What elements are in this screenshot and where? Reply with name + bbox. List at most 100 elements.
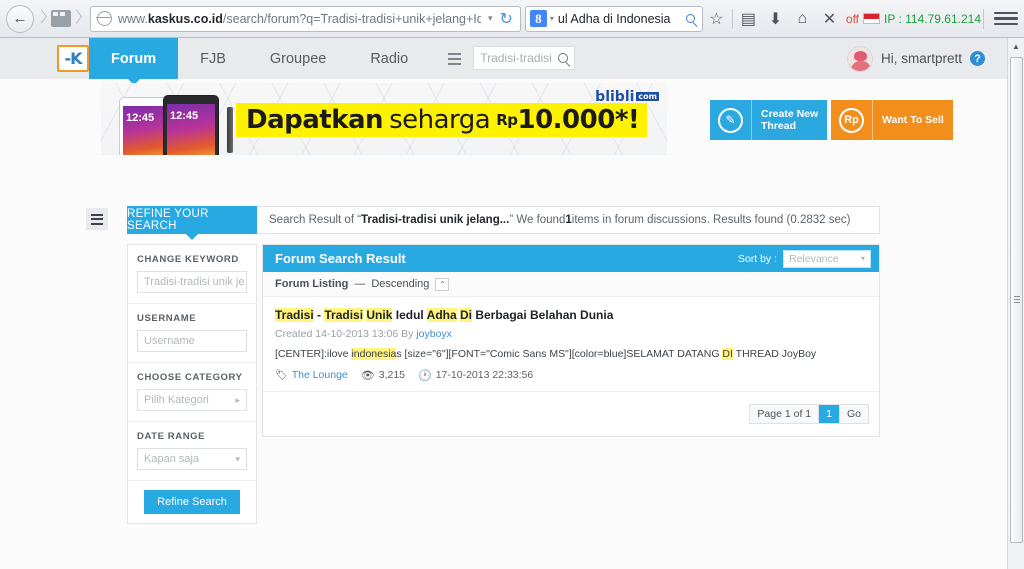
phone-time-label-2: 12:45 <box>170 110 199 122</box>
back-arrow-icon: ← <box>12 10 28 27</box>
scrollbar-thumb[interactable] <box>1010 57 1023 543</box>
pagination-row: Page 1 of 1 1 Go <box>263 392 879 436</box>
chevron-down-icon[interactable]: ▾ <box>488 13 493 24</box>
url-text: www.kaskus.co.id/search/forum?q=Tradisi-… <box>118 11 481 26</box>
date-range-select-value: Kapan saja <box>144 453 200 465</box>
forum-listing-order: Descending <box>371 278 430 290</box>
search-results-panel: Forum Search Result Sort by : Relevance … <box>262 244 880 437</box>
forum-listing-dash: — <box>354 278 366 290</box>
category-select-value: Pilih Kategori <box>144 394 209 406</box>
filter-label-keyword: CHANGE KEYWORD <box>137 254 239 265</box>
chevron-right-icon: ▸ <box>235 394 240 405</box>
summary-query: Tradisi-tradisi unik jelang... <box>361 214 510 226</box>
result-category-link[interactable]: The Lounge <box>292 369 348 381</box>
refine-your-search-tab[interactable]: REFINE YOUR SEARCH <box>127 206 257 240</box>
reload-icon[interactable]: ↻ <box>499 9 512 29</box>
category-select[interactable]: Pilih Kategori ▸ <box>137 389 247 411</box>
forum-listing-label: Forum Listing <box>275 278 349 290</box>
tab-group-icon[interactable] <box>51 10 71 27</box>
address-bar[interactable]: www.kaskus.co.id/search/forum?q=Tradisi-… <box>90 5 521 32</box>
title-part-11: Berbagai Belahan Dunia <box>472 308 614 322</box>
browser-search-box[interactable]: 8 ▾ ul Adha di Indonesia <box>524 5 703 32</box>
created-prefix: Created <box>275 328 316 341</box>
browser-toolbar: ← www.kaskus.co.id/search/forum?q=Tradis… <box>0 0 1024 38</box>
search-icon[interactable] <box>685 14 695 23</box>
scroll-up-arrow-icon[interactable]: ▲ <box>1008 38 1024 55</box>
category-list-icon[interactable] <box>448 38 463 79</box>
pagination: Page 1 of 1 1 Go <box>749 403 869 424</box>
sidebar-toggle-icon[interactable] <box>86 208 108 230</box>
keyword-input-value: Tradisi-tradisi unik je <box>144 276 245 288</box>
back-button[interactable]: ← <box>6 4 34 33</box>
nav-tab-radio[interactable]: Radio <box>348 38 430 79</box>
filter-label-date-range: DATE RANGE <box>137 431 206 442</box>
avatar[interactable] <box>846 45 873 72</box>
snippet-part-0: [CENTER]:ilove <box>275 348 352 361</box>
advertisement-banner[interactable]: 12:45 12:45 Dapatkan seharga Rp 10.000*!… <box>101 83 667 155</box>
search-icon-site[interactable] <box>557 53 568 63</box>
page-go-button[interactable]: Go <box>839 404 868 423</box>
banner-word-2: seharga <box>389 105 491 135</box>
download-icon[interactable]: ⬇ <box>762 4 789 34</box>
create-new-thread-button[interactable]: ✎ Create New Thread <box>710 100 828 140</box>
home-icon[interactable]: ⌂ <box>789 4 816 34</box>
refine-search-sidebar: CHANGE KEYWORD Tradisi-tradisi unik je U… <box>127 244 257 524</box>
collapse-toggle-icon[interactable]: ⌃ <box>435 277 450 291</box>
page-number-1[interactable]: 1 <box>819 404 840 423</box>
title-part-1: - <box>313 308 325 322</box>
result-author-link[interactable]: joyboyx <box>416 328 452 340</box>
result-category[interactable]: 🏷 The Lounge <box>275 369 348 381</box>
hamburger-menu-icon[interactable] <box>994 11 1018 26</box>
refine-tab-label: REFINE YOUR SEARCH <box>127 208 209 232</box>
refine-search-button[interactable]: Refine Search <box>144 490 240 514</box>
banner-row: 12:45 12:45 Dapatkan seharga Rp 10.000*!… <box>0 79 1007 164</box>
stylus-pen-image <box>227 107 233 153</box>
username-input-value: Username <box>144 335 195 347</box>
user-greeting[interactable]: Hi, smartprett <box>881 51 962 66</box>
sort-by-select[interactable]: Relevance ▾ <box>783 249 871 268</box>
result-created-meta: Created 14-10-2013 13:06 By joyboyx <box>275 328 867 340</box>
nav-tab-groupee[interactable]: Groupee <box>248 38 348 79</box>
want-to-sell-label: Want To Sell <box>882 113 944 126</box>
nav-tab-fjb-label: FJB <box>200 50 226 67</box>
browser-search-input[interactable]: ul Adha di Indonesia <box>558 12 683 26</box>
chevron-down-icon-engine[interactable]: ▾ <box>550 14 554 23</box>
site-navbar: -K Forum FJB Groupee Radio Tradisi-tradi… <box>0 38 1007 85</box>
kaskus-logo-icon[interactable]: -K <box>57 45 89 72</box>
nav-tab-forum[interactable]: Forum <box>89 38 179 85</box>
proxy-status-label[interactable]: off <box>846 12 859 26</box>
icon-divider <box>731 8 733 29</box>
sort-by-label: Sort by : <box>737 252 777 265</box>
create-new-thread-label: Create New Thread <box>761 107 819 132</box>
summary-suffix: items in forum discussions. Results foun… <box>571 214 851 226</box>
snippet-part-3: DI <box>722 348 733 361</box>
site-search-box[interactable]: Tradisi-tradisi <box>473 46 576 70</box>
reader-view-icon[interactable]: ▤ <box>735 4 762 34</box>
summary-middle: ” We found <box>509 214 566 226</box>
result-title[interactable]: Tradisi - Tradisi Unik Iedul Adha Di Ber… <box>275 307 867 323</box>
page-scrollbar[interactable]: ▲ <box>1007 38 1024 569</box>
summary-prefix: Search Result of “ <box>269 214 362 226</box>
filter-choose-category: CHOOSE CATEGORY Pilih Kategori ▸ <box>128 363 256 422</box>
username-input[interactable]: Username <box>137 330 247 352</box>
toolbar-divider <box>36 7 49 31</box>
want-to-sell-button[interactable]: Rp Want To Sell <box>831 100 953 140</box>
results-panel-header: Forum Search Result Sort by : Relevance … <box>263 245 879 272</box>
blibli-logo[interactable]: blibli com <box>593 89 659 105</box>
search-result-item[interactable]: Tradisi - Tradisi Unik Iedul Adha Di Ber… <box>263 297 879 392</box>
date-range-select[interactable]: Kapan saja ▾ <box>137 448 247 470</box>
nav-tab-fjb[interactable]: FJB <box>178 38 248 79</box>
user-area[interactable]: Hi, smartprett ? <box>846 38 1007 79</box>
title-part-0: Tradisi <box>275 308 314 322</box>
phone-image-black: 12:45 <box>163 95 219 155</box>
banner-word-1: Dapatkan <box>246 105 384 135</box>
bookmark-star-icon[interactable]: ☆ <box>703 4 730 34</box>
keyword-input[interactable]: Tradisi-tradisi unik je <box>137 271 247 293</box>
close-icon[interactable]: ✕ <box>816 4 843 34</box>
sort-by-control: Sort by : Relevance ▾ <box>737 249 871 268</box>
site-search-input[interactable]: Tradisi-tradisi <box>480 51 552 65</box>
search-engine-icon[interactable]: 8 <box>529 10 547 27</box>
scrollbar-track-bottom[interactable] <box>1008 559 1024 569</box>
help-icon[interactable]: ? <box>970 51 985 66</box>
title-part-6: Iedul <box>395 308 424 322</box>
